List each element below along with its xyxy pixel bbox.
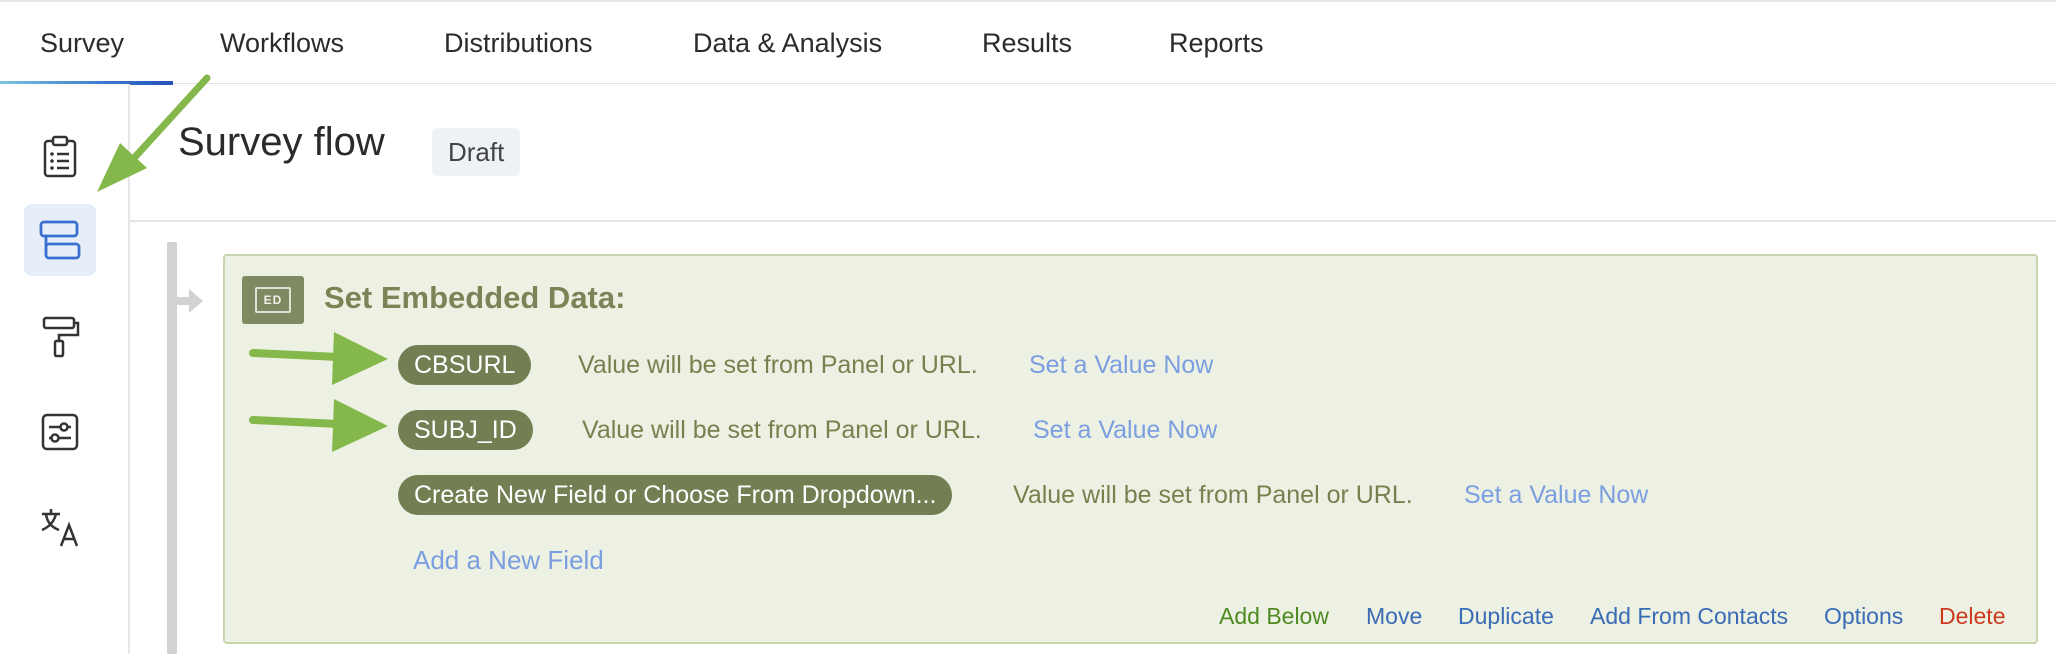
sidebar-item-translate[interactable] <box>24 492 96 564</box>
header-divider <box>130 220 2056 222</box>
field-value-text: Value will be set from Panel or URL. <box>1013 481 1413 509</box>
sidebar-item-survey-options[interactable] <box>24 396 96 468</box>
clipboard-icon <box>43 135 77 178</box>
duplicate-link[interactable]: Duplicate <box>1458 603 1554 630</box>
embedded-data-title: Set Embedded Data: <box>324 280 626 315</box>
tab-distributions[interactable]: Distributions <box>444 28 593 59</box>
sidebar-item-survey-editor[interactable] <box>24 121 96 193</box>
move-link[interactable]: Move <box>1366 603 1422 630</box>
paint-roller-icon <box>42 316 80 358</box>
page-title: Survey flow <box>178 120 385 164</box>
embedded-field-cbsurl[interactable]: CBSURL <box>398 345 532 385</box>
sidebar-item-survey-flow[interactable] <box>24 204 96 276</box>
embedded-data-icon: ED <box>242 276 304 324</box>
tab-survey[interactable]: Survey <box>40 28 124 59</box>
create-new-field-dropdown[interactable]: Create New Field or Choose From Dropdown… <box>398 475 953 515</box>
add-new-field-link[interactable]: Add a New Field <box>413 545 604 576</box>
embedded-data-icon-label: ED <box>255 287 291 313</box>
top-navigation: Survey Workflows Distributions Data & An… <box>0 0 2056 85</box>
embedded-field-subj-id[interactable]: SUBJ_ID <box>398 410 533 450</box>
sidebar <box>0 84 130 654</box>
flow-connector-arrow-icon <box>177 289 203 313</box>
field-value-text: Value will be set from Panel or URL. <box>582 416 982 444</box>
add-below-link[interactable]: Add Below <box>1219 603 1329 630</box>
translate-icon <box>41 509 79 547</box>
flow-rail <box>167 242 177 654</box>
set-value-now-link[interactable]: Set a Value Now <box>1464 481 1648 510</box>
survey-options-icon <box>41 413 79 451</box>
add-from-contacts-link[interactable]: Add From Contacts <box>1590 603 1788 630</box>
tab-reports[interactable]: Reports <box>1169 28 1264 59</box>
survey-flow-icon <box>39 220 81 260</box>
sidebar-item-look-and-feel[interactable] <box>24 301 96 373</box>
tab-workflows[interactable]: Workflows <box>220 28 344 59</box>
field-value-text: Value will be set from Panel or URL. <box>578 351 978 379</box>
delete-link[interactable]: Delete <box>1939 603 2005 630</box>
set-value-now-link[interactable]: Set a Value Now <box>1033 416 1217 445</box>
status-badge: Draft <box>432 128 521 176</box>
tab-results[interactable]: Results <box>982 28 1072 59</box>
options-link[interactable]: Options <box>1824 603 1903 630</box>
set-value-now-link[interactable]: Set a Value Now <box>1029 351 1213 380</box>
tab-data-analysis[interactable]: Data & Analysis <box>693 28 882 59</box>
